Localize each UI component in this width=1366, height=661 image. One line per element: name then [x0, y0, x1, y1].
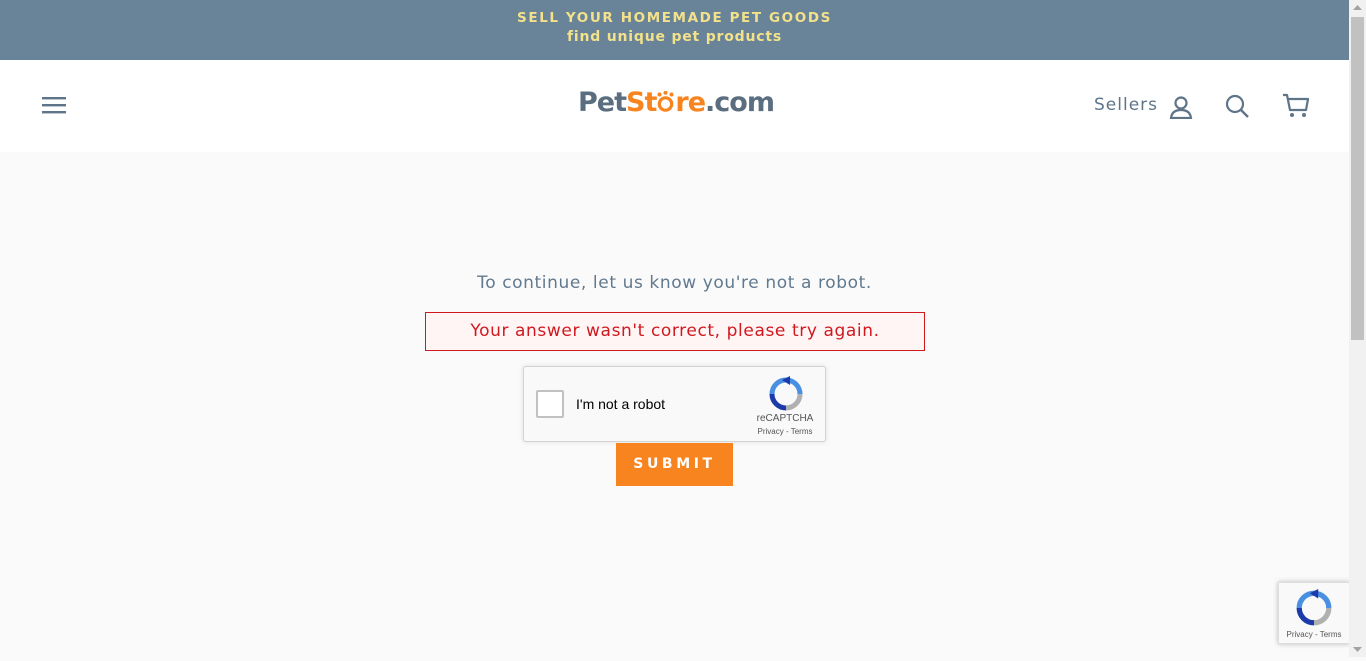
recaptcha-badge: Privacy - Terms	[1278, 582, 1350, 644]
vertical-scrollbar[interactable]	[1349, 0, 1366, 657]
logo-text-st: St	[626, 87, 657, 118]
search-icon[interactable]	[1225, 94, 1249, 118]
sellers-link[interactable]: Sellers	[1094, 95, 1158, 115]
logo-text-com: .com	[705, 87, 775, 118]
recaptcha-widget: I'm not a robot reCAPTCHA Privacy - Term…	[523, 366, 826, 442]
submit-button[interactable]: SUBMIT	[616, 443, 733, 486]
scroll-up-arrow-icon[interactable]	[1349, 0, 1366, 17]
scrollbar-thumb[interactable]	[1351, 17, 1364, 340]
error-message: Your answer wasn't correct, please try a…	[425, 312, 925, 351]
robot-prompt-text: To continue, let us know you're not a ro…	[477, 273, 872, 293]
cart-icon[interactable]	[1282, 93, 1310, 119]
paw-icon	[656, 87, 675, 118]
logo-text-pet: Pet	[578, 87, 627, 118]
recaptcha-checkbox[interactable]	[536, 390, 564, 418]
recaptcha-brand: reCAPTCHA	[756, 413, 814, 424]
recaptcha-badge-logo-icon	[1295, 589, 1333, 627]
recaptcha-badge-links[interactable]: Privacy - Terms	[1279, 630, 1349, 639]
scroll-down-arrow-icon[interactable]	[1349, 640, 1366, 657]
site-logo[interactable]: PetSt re.com	[578, 87, 775, 127]
announcement-line-1[interactable]: SELL YOUR HOMEMADE PET GOODS	[0, 10, 1349, 26]
announcement-bar: SELL YOUR HOMEMADE PET GOODS find unique…	[0, 0, 1349, 60]
user-icon[interactable]	[1169, 95, 1193, 120]
page: SELL YOUR HOMEMADE PET GOODS find unique…	[0, 0, 1349, 657]
site-header: PetSt re.com Sellers	[0, 60, 1349, 152]
logo-text-re: re	[675, 87, 706, 118]
announcement-line-2[interactable]: find unique pet products	[0, 29, 1349, 45]
hamburger-menu-icon[interactable]	[40, 93, 68, 117]
recaptcha-privacy-terms-links[interactable]: Privacy - Terms	[744, 427, 826, 436]
recaptcha-logo-icon	[768, 376, 804, 412]
recaptcha-label: I'm not a robot	[576, 396, 666, 412]
